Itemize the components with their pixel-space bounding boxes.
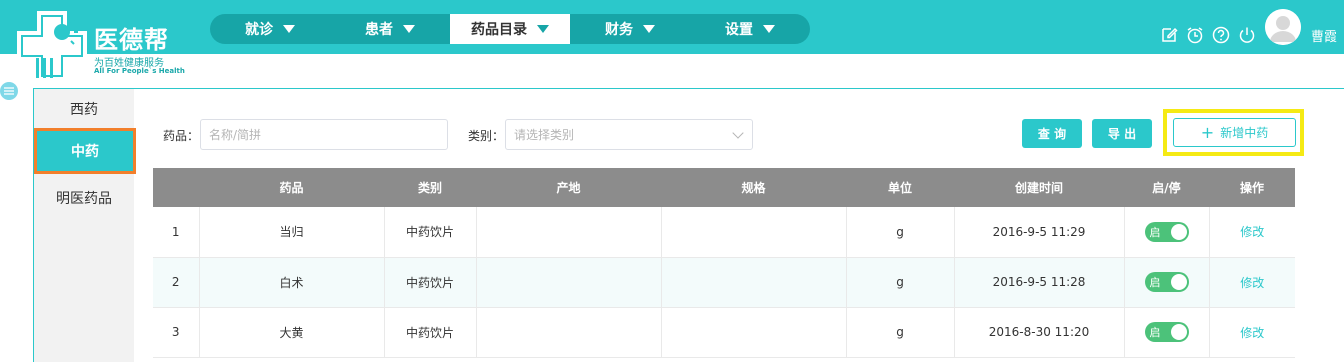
logo-cross-icon [17, 11, 87, 81]
cell-category: 中药饮片 [384, 257, 477, 308]
cell-actions: 修改 [1209, 307, 1295, 358]
drug-search-placeholder: 名称/简拼 [209, 128, 262, 142]
header-icons [1160, 26, 1256, 44]
nav-item-drug-catalog[interactable]: 药品目录 [450, 14, 570, 44]
nav-item-label: 患者 [365, 22, 393, 38]
add-button-label: 新增中药 [1220, 126, 1269, 140]
nav-item-patients[interactable]: 患者 [330, 14, 450, 44]
cell-status: 启 [1124, 257, 1210, 308]
col-header-unit: 单位 [846, 168, 954, 207]
main-nav: 就诊 患者 药品目录 财务 设置 [210, 14, 810, 44]
cell-created: 2016-8-30 11:20 [954, 307, 1125, 358]
drug-table: 药品 类别 产地 规格 单位 创建时间 启/停 操作 1 当归 中药饮片 g 2… [153, 168, 1295, 358]
table-header-row: 药品 类别 产地 规格 单位 创建时间 启/停 操作 [153, 168, 1295, 207]
menu-icon [4, 87, 14, 95]
cell-unit: g [846, 207, 955, 258]
cell-drug-name: 当归 [199, 207, 385, 258]
cell-unit: g [846, 307, 955, 358]
cell-created: 2016-9-5 11:28 [954, 257, 1125, 308]
toggle-knob [1170, 274, 1187, 290]
cell-spec [661, 307, 847, 358]
caret-down-icon [763, 25, 775, 33]
cell-category: 中药饮片 [384, 207, 477, 258]
drug-label: 药品： [163, 129, 200, 143]
col-header-status: 启/停 [1124, 168, 1209, 207]
cell-spec [661, 257, 847, 308]
table-row: 1 当归 中药饮片 g 2016-9-5 11:29 启 修改 [153, 207, 1295, 258]
status-toggle[interactable]: 启 [1144, 221, 1189, 242]
nav-item-label: 药品目录 [471, 22, 527, 38]
cell-status: 启 [1124, 207, 1210, 258]
col-header-origin: 产地 [476, 168, 661, 207]
sidebar-toggle-button[interactable] [0, 82, 18, 100]
nav-item-finance[interactable]: 财务 [570, 14, 690, 44]
table-row: 3 大黄 中药饮片 g 2016-8-30 11:20 启 修改 [153, 307, 1295, 358]
cell-status: 启 [1124, 307, 1210, 358]
brand-slogan-en: All For People`s Health [94, 67, 185, 75]
cell-drug-name: 大黄 [199, 307, 385, 358]
col-header-actions: 操作 [1209, 168, 1295, 207]
cell-unit: g [846, 257, 955, 308]
caret-down-icon [403, 25, 415, 33]
sidebar-item-mingyi-drugs[interactable]: 明医药品 [34, 178, 134, 218]
cell-actions: 修改 [1209, 257, 1295, 308]
help-icon[interactable] [1212, 26, 1230, 44]
cell-origin [476, 207, 662, 258]
brand-name: 医德帮 [94, 26, 169, 54]
alarm-icon[interactable] [1186, 26, 1204, 44]
toggle-knob [1170, 223, 1187, 240]
edit-icon[interactable] [1160, 26, 1178, 44]
edit-link[interactable]: 修改 [1240, 326, 1264, 340]
edit-link[interactable]: 修改 [1240, 225, 1264, 239]
col-header-spec: 规格 [661, 168, 846, 207]
nav-item-visits[interactable]: 就诊 [210, 14, 330, 44]
caret-down-icon [283, 25, 295, 33]
user-name[interactable]: 曹霞 [1311, 26, 1337, 45]
nav-item-label: 财务 [605, 22, 633, 38]
col-header-created: 创建时间 [954, 168, 1124, 207]
status-toggle[interactable]: 启 [1144, 322, 1189, 342]
nav-item-settings[interactable]: 设置 [690, 14, 810, 44]
cell-created: 2016-9-5 11:29 [954, 207, 1125, 258]
chevron-down-icon [732, 127, 744, 139]
category-label: 类别： [468, 129, 505, 143]
toggle-label: 启 [1149, 326, 1161, 339]
drug-search-input[interactable]: 名称/简拼 [200, 119, 448, 150]
nav-item-label: 就诊 [245, 22, 273, 38]
power-icon[interactable] [1238, 26, 1256, 44]
export-button[interactable]: 导 出 [1092, 119, 1152, 148]
col-header-index [153, 168, 199, 207]
cell-index: 2 [153, 257, 200, 308]
cell-actions: 修改 [1209, 207, 1295, 258]
table-row: 2 白术 中药饮片 g 2016-9-5 11:28 启 修改 [153, 257, 1295, 308]
user-avatar-icon [1265, 9, 1301, 45]
toggle-label: 启 [1149, 276, 1161, 289]
toggle-label: 启 [1149, 225, 1161, 239]
sidebar-item-western-medicine[interactable]: 西药 [34, 89, 134, 129]
category-select[interactable]: 请选择类别 [505, 119, 753, 150]
edit-link[interactable]: 修改 [1240, 276, 1264, 290]
cell-spec [661, 207, 847, 258]
add-chinese-medicine-button[interactable]: + 新增中药 [1173, 118, 1296, 147]
cell-origin [476, 307, 662, 358]
query-button[interactable]: 查 询 [1022, 119, 1082, 148]
col-header-drug: 药品 [199, 168, 384, 207]
caret-down-icon [537, 25, 549, 33]
toggle-knob [1170, 324, 1187, 340]
nav-item-label: 设置 [725, 22, 753, 38]
avatar[interactable] [1265, 9, 1301, 45]
category-select-placeholder: 请选择类别 [514, 128, 575, 142]
cell-drug-name: 白术 [199, 257, 385, 308]
cell-index: 3 [153, 307, 200, 358]
category-sidebar: 西药 中药 明医药品 [34, 89, 136, 362]
sidebar-item-chinese-medicine[interactable]: 中药 [34, 128, 136, 174]
plus-icon: + [1200, 123, 1215, 142]
cell-category: 中药饮片 [384, 307, 477, 358]
cell-index: 1 [153, 207, 200, 258]
top-bar: 医德帮 为百姓健康服务 All For People`s Health 就诊 患… [0, 0, 1344, 81]
cell-origin [476, 257, 662, 308]
status-toggle[interactable]: 启 [1144, 272, 1189, 292]
caret-down-icon [643, 25, 655, 33]
col-header-category: 类别 [384, 168, 476, 207]
